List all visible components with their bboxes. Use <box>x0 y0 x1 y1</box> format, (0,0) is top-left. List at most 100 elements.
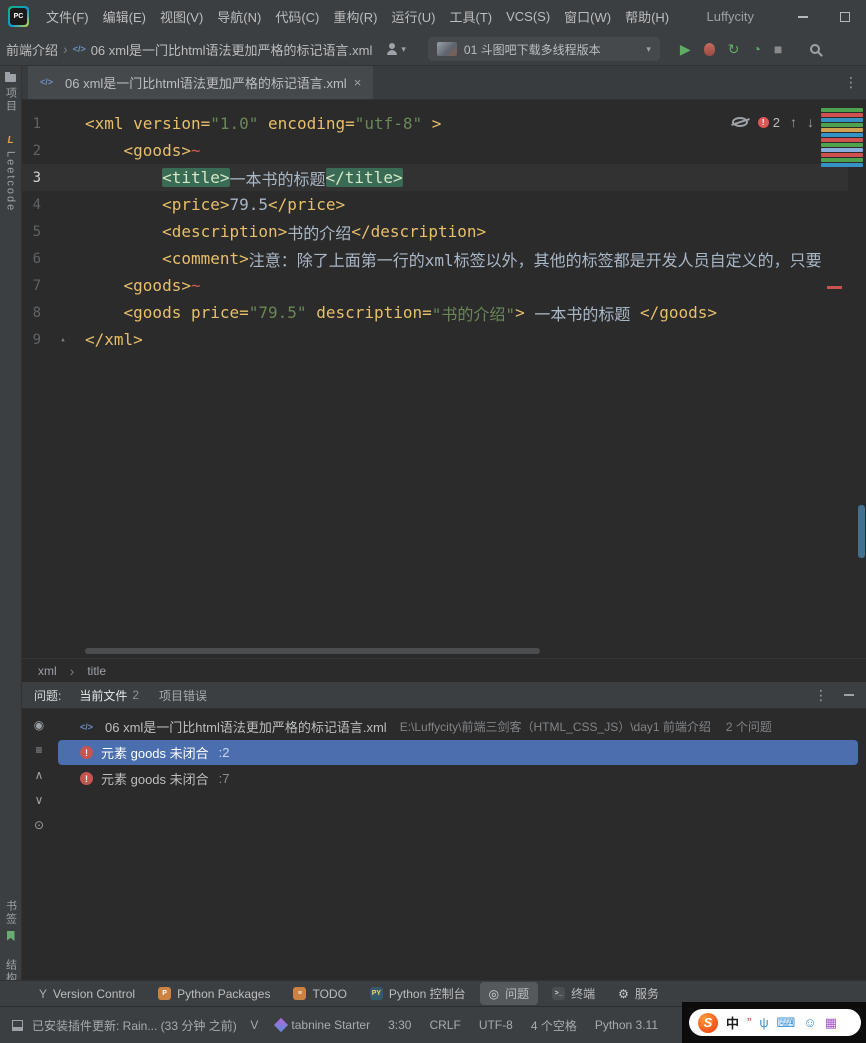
line-number[interactable]: 1 <box>29 116 41 132</box>
hide-panel-icon[interactable] <box>844 694 854 696</box>
line-number[interactable]: 4 <box>29 197 41 213</box>
breadcrumb-root[interactable]: 前端介绍 <box>6 40 58 59</box>
code-with-me-button[interactable]: ▾ <box>386 43 406 55</box>
line-number[interactable]: 9 <box>29 332 41 348</box>
minimize-button[interactable] <box>782 0 824 33</box>
fold-marker-icon: ▴ <box>60 334 66 345</box>
status-item[interactable]: tabnine Starter <box>274 1017 370 1033</box>
smiley-icon[interactable]: ☺ <box>803 1016 816 1029</box>
line-number[interactable]: 3 <box>29 170 41 186</box>
problems-tab[interactable]: 当前文件 2 <box>69 682 149 708</box>
collapse-all-icon[interactable]: ∨ <box>35 794 44 806</box>
next-error-arrow-icon[interactable]: ↓ <box>807 114 814 130</box>
code-line[interactable]: 1 <xml version= "1.0" encoding= "utf-8" > <box>22 110 848 137</box>
problems-item[interactable]: ! 元素 goods 未闭合:7 <box>58 766 858 791</box>
preview-icon[interactable]: ◉ <box>34 719 44 731</box>
code-line[interactable]: 5 <description> 书的介绍 </description> <box>22 218 848 245</box>
code-line[interactable]: 2 <goods> ~ <box>22 137 848 164</box>
menu-item[interactable]: 窗口(W) <box>557 0 618 33</box>
keyboard-icon[interactable]: ⌨ <box>777 1016 796 1029</box>
debug-icon[interactable] <box>703 42 715 56</box>
code-token: 注意：除了上面第一行的xml标签以外，其他的标签都是开发人员自定义的，只要 <box>248 250 822 270</box>
menu-item[interactable]: 代码(C) <box>268 0 326 33</box>
editor-tab[interactable]: </> 06 xml是一门比html语法更加严格的标记语言.xml × <box>28 65 374 99</box>
code-token: ~ <box>190 141 201 160</box>
code-line[interactable]: 8 <goods price= "79.5" description= "书的介绍"… <box>22 299 848 326</box>
run-icon[interactable]: ▶ <box>680 42 691 56</box>
tool-window-button[interactable]: Y Version Control <box>30 984 144 1004</box>
menu-item[interactable]: 视图(V) <box>153 0 210 33</box>
tool-window-button[interactable]: ⚙ 服务 <box>609 982 668 1005</box>
line-number[interactable]: 7 <box>29 278 41 294</box>
code-line[interactable]: 7 <goods> ~ <box>22 272 848 299</box>
breadcrumb-item[interactable]: title <box>87 664 106 678</box>
sogou-logo-icon[interactable]: S <box>698 1012 718 1033</box>
pycharm-logo-icon[interactable]: PC <box>8 6 29 27</box>
code-line[interactable]: 4 <price> 79.5 </price> <box>22 191 848 218</box>
rerun-icon[interactable]: ↻ <box>728 42 740 56</box>
tool-window-button[interactable]: ≡ TODO <box>284 984 355 1004</box>
code-area: 1 <xml version= "1.0" encoding= "utf-8" >2 … <box>22 100 866 353</box>
previous-error-arrow-icon[interactable]: ↑ <box>790 114 797 130</box>
horizontal-scrollbar[interactable] <box>85 648 540 654</box>
error-stripe-minimap[interactable] <box>821 108 863 167</box>
problems-item[interactable]: ! 元素 goods 未闭合:2 <box>58 740 858 765</box>
tool-window-button[interactable]: P Python Packages <box>149 984 279 1004</box>
code-editor[interactable]: 1 <xml version= "1.0" encoding= "utf-8" >2 … <box>22 100 866 658</box>
stripe-item-项目[interactable]: 项目 <box>3 72 19 113</box>
quote-icon[interactable]: ” <box>747 1016 751 1029</box>
run-config-select[interactable]: 01 斗图吧下载多线程版本 ▾ <box>427 37 660 61</box>
maximize-button[interactable] <box>824 0 866 33</box>
breadcrumb-item[interactable]: xml <box>38 664 57 678</box>
search-everywhere-button[interactable] <box>810 44 821 54</box>
quickfix-icon[interactable]: ⊙ <box>34 819 44 831</box>
menu-item[interactable]: 重构(R) <box>326 0 384 33</box>
line-number[interactable]: 6 <box>29 251 41 267</box>
problems-tab[interactable]: 项目错误 <box>149 682 217 708</box>
expand-all-icon[interactable]: ∧ <box>35 769 44 781</box>
vertical-scrollbar[interactable] <box>858 505 865 558</box>
menu-item[interactable]: 工具(T) <box>442 0 499 33</box>
group-by-icon[interactable]: ≡ <box>35 744 42 756</box>
profile-icon[interactable]: ◔ <box>752 42 760 56</box>
menu-item[interactable]: 运行(U) <box>384 0 442 33</box>
stop-icon[interactable]: ■ <box>774 42 782 56</box>
close-icon[interactable]: × <box>354 75 362 90</box>
grid-icon[interactable]: ▦ <box>825 1016 837 1029</box>
status-message[interactable]: 已安装插件更新: Rain... (33 分钟 之前) <box>32 1017 237 1034</box>
kebab-menu-icon[interactable]: ⋮ <box>844 74 858 91</box>
stripe-item-书签[interactable]: 书签 <box>3 900 19 941</box>
menu-item[interactable]: VCS(S) <box>499 0 557 33</box>
kebab-menu-icon[interactable]: ⋮ <box>814 687 828 704</box>
code-line[interactable]: 6 <comment> 注意：除了上面第一行的xml标签以外，其他的标签都是开发人… <box>22 245 848 272</box>
breadcrumb-file[interactable]: 06 xml是一门比html语法更加严格的标记语言.xml <box>91 40 373 59</box>
code-line[interactable]: 3 <title> 一本书的标题 </title> <box>22 164 848 191</box>
mic-icon[interactable]: ψ <box>759 1016 768 1029</box>
menu-item[interactable]: 导航(N) <box>210 0 268 33</box>
tool-window-layout-icon[interactable] <box>12 1019 23 1031</box>
line-number[interactable]: 2 <box>29 143 41 159</box>
highlighting-off-eye-icon[interactable] <box>731 117 748 127</box>
ime-mode-label[interactable]: 中 <box>726 1013 739 1032</box>
menu-item[interactable]: 编辑(E) <box>96 0 153 33</box>
problems-file-row[interactable]: </> 06 xml是一门比html语法更加严格的标记语言.xml E:\Luf… <box>56 714 866 739</box>
sogou-ime-bar[interactable]: S 中 ” ψ ⌨ ☺ ▦ <box>689 1009 861 1036</box>
error-counter[interactable]: ! 2 <box>757 115 780 130</box>
status-item[interactable]: UTF-8 <box>479 1018 513 1032</box>
menu-item[interactable]: 帮助(H) <box>618 0 676 33</box>
line-number[interactable]: 8 <box>29 305 41 321</box>
status-item[interactable]: V <box>250 1018 258 1032</box>
status-item[interactable]: CRLF <box>429 1018 460 1032</box>
stripe-item-Leetcode[interactable]: L Leetcode <box>5 135 17 212</box>
status-item[interactable]: 4 个空格 <box>531 1017 577 1034</box>
menu-item[interactable]: 文件(F) <box>39 0 96 33</box>
tool-window-button[interactable]: >_ 终端 <box>543 982 604 1005</box>
code-token: </price> <box>268 195 346 214</box>
line-number[interactable]: 5 <box>29 224 41 240</box>
problems-item-text: 元素 goods 未闭合 <box>101 772 209 787</box>
tool-window-button[interactable]: ◎ 问题 <box>479 982 539 1005</box>
status-item[interactable]: Python 3.11 <box>595 1018 658 1032</box>
code-line[interactable]: 9 ▴ </xml> <box>22 326 848 353</box>
status-item[interactable]: 3:30 <box>388 1018 411 1032</box>
tool-window-button[interactable]: PY Python 控制台 <box>361 982 475 1005</box>
